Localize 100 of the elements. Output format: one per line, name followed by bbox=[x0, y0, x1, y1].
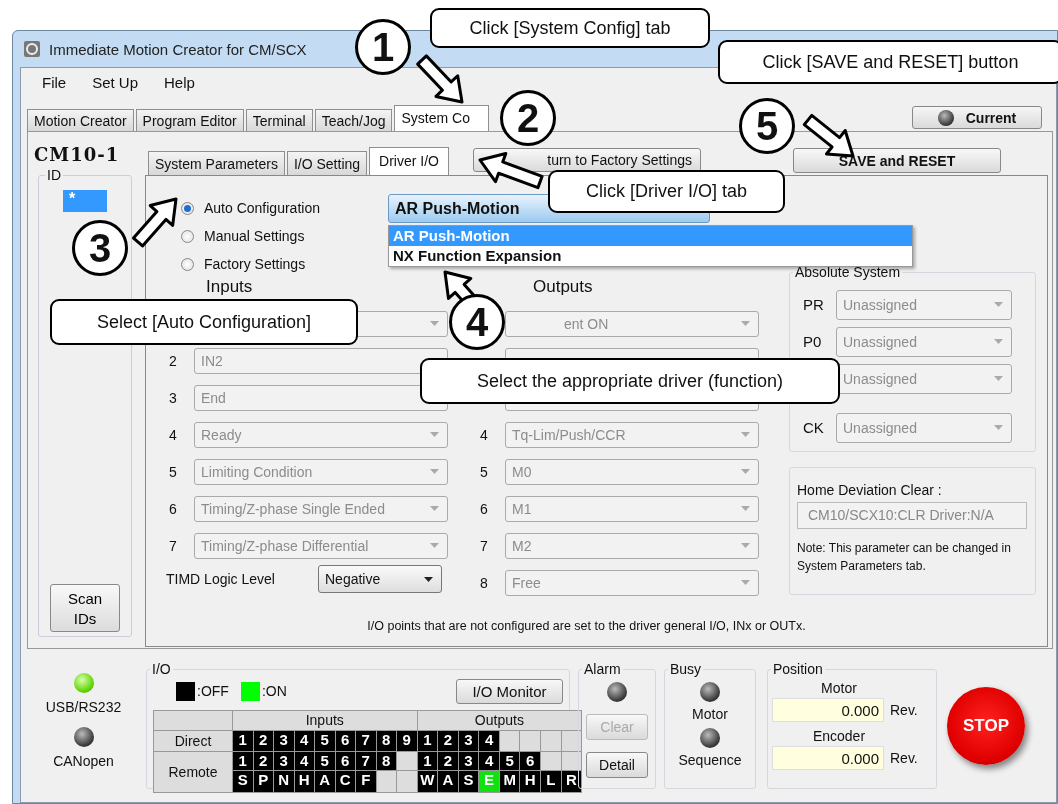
io-cell: S bbox=[233, 771, 253, 792]
io-cell: N bbox=[274, 771, 294, 792]
io-cell bbox=[397, 752, 417, 770]
status-label: Sequence bbox=[678, 752, 742, 768]
note-text: Note: This parameter can be changed in System Parameters tab. bbox=[797, 540, 1012, 575]
io-cell bbox=[541, 752, 561, 770]
arrow-icon bbox=[416, 54, 464, 104]
unit-label: Rev. bbox=[890, 702, 918, 718]
io-cell: L bbox=[541, 771, 561, 792]
group-title: Busy bbox=[668, 661, 704, 677]
io-cell: 2 bbox=[438, 752, 458, 770]
io-cell: 8 bbox=[376, 731, 396, 751]
row-header: Remote bbox=[154, 752, 232, 792]
caret-icon bbox=[430, 469, 439, 474]
tab[interactable]: Terminal bbox=[245, 109, 313, 131]
arrow-icon bbox=[802, 113, 855, 158]
io-cell: 2 bbox=[438, 731, 458, 751]
row-number: 5 bbox=[479, 463, 489, 480]
menu-item[interactable]: File bbox=[42, 74, 67, 91]
arrow-icon bbox=[478, 152, 544, 190]
io-cell: 3 bbox=[274, 752, 294, 770]
io-cell: 7 bbox=[356, 731, 376, 751]
row-number: 7 bbox=[168, 537, 178, 554]
legend-label: :OFF bbox=[197, 683, 229, 699]
io-cell: A bbox=[315, 771, 335, 792]
caret-icon bbox=[430, 321, 439, 326]
row-number: 8 bbox=[479, 574, 489, 591]
tab[interactable]: Motion Creator bbox=[27, 109, 134, 131]
row-number: 7 bbox=[479, 537, 489, 554]
button[interactable]: Detail bbox=[586, 752, 648, 778]
io-cell: 5 bbox=[499, 752, 520, 770]
save-button[interactable]: SAVE and RESET bbox=[793, 148, 1001, 173]
io-cell: 2 bbox=[253, 731, 273, 751]
caret-icon bbox=[994, 376, 1003, 381]
tab[interactable]: I/O Setting bbox=[286, 151, 368, 175]
field-label: P0 bbox=[802, 333, 823, 350]
io-cell bbox=[520, 731, 541, 751]
io-cell: 6 bbox=[335, 731, 355, 751]
io-cell: H bbox=[294, 771, 314, 792]
tab[interactable]: Program Editor bbox=[135, 109, 244, 131]
column-header: Inputs bbox=[233, 711, 417, 730]
dropdown[interactable]: Negative bbox=[318, 565, 442, 593]
io-cell bbox=[499, 731, 520, 751]
app-icon bbox=[23, 40, 41, 58]
dropdown-option[interactable]: NX Function Expansion bbox=[389, 246, 912, 266]
menu-item[interactable]: Help bbox=[164, 74, 195, 91]
io-cell: 4 bbox=[479, 731, 499, 751]
io-cell: R bbox=[561, 771, 582, 792]
callout-tooltip: Select [Auto Configuration] bbox=[50, 299, 358, 345]
io-cell: H bbox=[520, 771, 541, 792]
io-cell: 1 bbox=[417, 752, 438, 770]
caret-icon bbox=[994, 425, 1003, 430]
tab[interactable]: System Parameters bbox=[148, 151, 285, 175]
field-label: Motor bbox=[820, 680, 858, 696]
step-number: 1 bbox=[355, 19, 411, 75]
footnote-text: I/O points that are not configured are set to the driver general I/O, INx or OUTx. bbox=[366, 619, 807, 633]
caret-icon bbox=[430, 506, 439, 511]
group-title: ID bbox=[45, 167, 63, 183]
io-cell: 1 bbox=[417, 731, 438, 751]
io-cell: 1 bbox=[233, 752, 253, 770]
io-cell: A bbox=[438, 771, 458, 792]
caret-icon bbox=[741, 469, 750, 474]
tab[interactable]: Driver I/O bbox=[369, 147, 449, 175]
row-number: 6 bbox=[479, 500, 489, 517]
radio-option[interactable]: Manual Settings bbox=[181, 222, 388, 250]
radio-option[interactable]: Auto Configuration bbox=[181, 194, 388, 222]
io-cell: C bbox=[335, 771, 355, 792]
radio-button[interactable] bbox=[181, 257, 194, 271]
radio-button[interactable] bbox=[181, 201, 194, 215]
window-title: Immediate Motion Creator for CM/SCX bbox=[49, 40, 307, 58]
io-monitor-button[interactable]: I/O Monitor bbox=[456, 678, 563, 704]
io-cell: 9 bbox=[397, 731, 417, 751]
stop-button[interactable]: STOP bbox=[947, 687, 1025, 765]
io-cell: 1 bbox=[233, 731, 253, 751]
io-cell: 3 bbox=[458, 731, 479, 751]
caret-icon bbox=[741, 321, 750, 326]
current-button[interactable]: Current bbox=[912, 106, 1042, 129]
column-header: Outputs bbox=[417, 711, 582, 730]
io-cell: 6 bbox=[520, 752, 541, 770]
section-title: Outputs bbox=[532, 278, 594, 295]
io-cell: S bbox=[458, 771, 479, 792]
radio-button[interactable] bbox=[181, 229, 194, 243]
section-title: Inputs bbox=[205, 278, 254, 295]
caret-icon bbox=[430, 432, 439, 437]
menu-item[interactable]: Set Up bbox=[92, 74, 139, 91]
row-number: 3 bbox=[168, 389, 178, 406]
io-cell: 3 bbox=[274, 731, 294, 751]
tab[interactable]: Teach/Jog bbox=[314, 109, 393, 131]
callout-tooltip: Select the appropriate driver (function) bbox=[420, 358, 840, 404]
io-cell: 2 bbox=[253, 752, 273, 770]
device-name: CM10-1 bbox=[34, 144, 121, 165]
callout-tooltip: Click [Driver I/O] tab bbox=[548, 170, 785, 213]
field-label: CK bbox=[802, 419, 825, 436]
scan-button[interactable]: Scan IDs bbox=[50, 584, 120, 632]
io-cell bbox=[541, 731, 561, 751]
callout-tooltip: Click [System Config] tab bbox=[430, 8, 710, 48]
radio-option[interactable]: Factory Settings bbox=[181, 250, 388, 278]
io-cell: 4 bbox=[294, 731, 314, 751]
io-cell: 4 bbox=[294, 752, 314, 770]
tab[interactable]: System Co bbox=[394, 105, 489, 131]
